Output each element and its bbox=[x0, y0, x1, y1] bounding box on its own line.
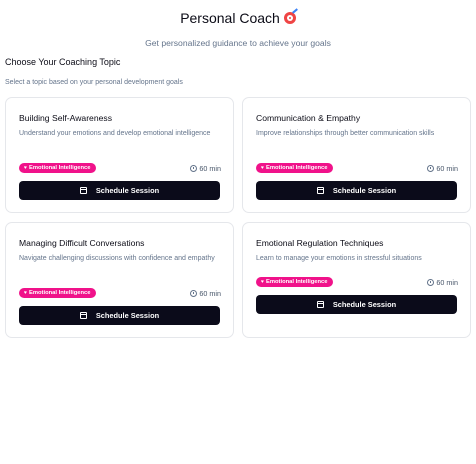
topic-card-communication-empathy: Communication & Empathy Improve relation… bbox=[242, 97, 471, 213]
schedule-session-button[interactable]: Schedule Session bbox=[19, 181, 220, 200]
heart-icon: ♥ bbox=[24, 290, 27, 296]
session-duration-label: 60 min bbox=[436, 164, 458, 173]
page-title: Personal Coach bbox=[180, 10, 280, 26]
schedule-session-label: Schedule Session bbox=[332, 300, 397, 309]
section-subtitle: Select a topic based on your personal de… bbox=[5, 79, 183, 86]
category-badge: ♥ Emotional Intelligence bbox=[256, 277, 333, 287]
topic-card-title: Emotional Regulation Techniques bbox=[256, 238, 384, 248]
clock-icon bbox=[427, 165, 435, 172]
category-badge: ♥ Emotional Intelligence bbox=[19, 163, 96, 173]
topic-card-description: Understand your emotions and develop emo… bbox=[19, 130, 211, 137]
heart-icon: ♥ bbox=[24, 165, 27, 171]
topic-card-title: Managing Difficult Conversations bbox=[19, 238, 145, 248]
calendar-icon bbox=[79, 187, 87, 194]
heart-icon: ♥ bbox=[261, 165, 264, 171]
schedule-session-button[interactable]: Schedule Session bbox=[256, 295, 457, 314]
session-duration-label: 60 min bbox=[199, 289, 221, 298]
clock-icon bbox=[190, 165, 198, 172]
heart-icon: ♥ bbox=[261, 279, 264, 285]
page-subtitle: Get personalized guidance to achieve you… bbox=[145, 38, 331, 48]
session-duration: 60 min bbox=[427, 164, 458, 173]
schedule-session-label: Schedule Session bbox=[95, 186, 160, 195]
session-duration: 60 min bbox=[190, 289, 221, 298]
topic-card-building-self-awareness: Building Self-Awareness Understand your … bbox=[5, 97, 234, 213]
clock-icon bbox=[190, 290, 198, 297]
category-badge-label: Emotional Intelligence bbox=[265, 279, 328, 285]
schedule-session-button[interactable]: Schedule Session bbox=[256, 181, 457, 200]
topic-card-emotional-regulation: Emotional Regulation Techniques Learn to… bbox=[242, 222, 471, 338]
calendar-icon bbox=[316, 301, 324, 308]
topic-card-description: Learn to manage your emotions in stressf… bbox=[256, 255, 422, 262]
page-header: Personal Coach Get personalized guidance… bbox=[0, 0, 476, 48]
schedule-session-label: Schedule Session bbox=[95, 311, 160, 320]
category-badge-label: Emotional Intelligence bbox=[28, 165, 91, 171]
calendar-icon bbox=[79, 312, 87, 319]
category-badge: ♥ Emotional Intelligence bbox=[256, 163, 333, 173]
page-title-row: Personal Coach bbox=[180, 8, 298, 26]
topic-card-title: Communication & Empathy bbox=[256, 113, 361, 123]
topic-card-description: Navigate challenging discussions with co… bbox=[19, 255, 215, 262]
session-duration-label: 60 min bbox=[199, 164, 221, 173]
session-duration-label: 60 min bbox=[436, 278, 458, 287]
section-title: Choose Your Coaching Topic bbox=[5, 57, 121, 67]
session-duration: 60 min bbox=[190, 164, 221, 173]
session-duration: 60 min bbox=[427, 278, 458, 287]
topic-card-title: Building Self-Awareness bbox=[19, 113, 112, 123]
category-badge-label: Emotional Intelligence bbox=[265, 165, 328, 171]
schedule-session-button[interactable]: Schedule Session bbox=[19, 306, 220, 325]
topic-card-description: Improve relationships through better com… bbox=[256, 130, 435, 137]
calendar-icon bbox=[316, 187, 324, 194]
clock-icon bbox=[427, 279, 435, 286]
topic-card-difficult-conversations: Managing Difficult Conversations Navigat… bbox=[5, 222, 234, 338]
category-badge: ♥ Emotional Intelligence bbox=[19, 288, 96, 298]
schedule-session-label: Schedule Session bbox=[332, 186, 397, 195]
category-badge-label: Emotional Intelligence bbox=[28, 290, 91, 296]
dart-target-icon bbox=[283, 8, 298, 24]
